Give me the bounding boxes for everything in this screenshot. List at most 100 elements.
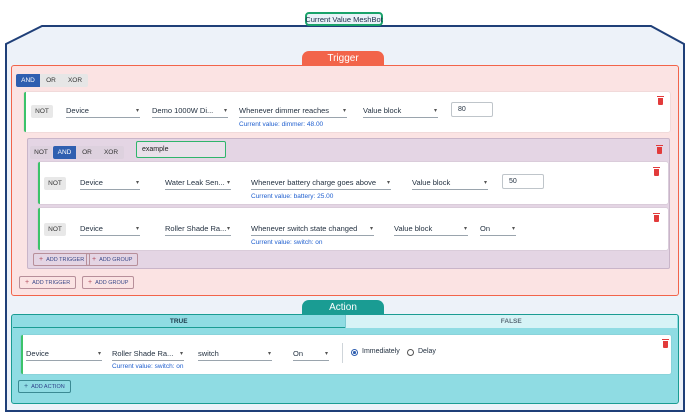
not-toggle-button[interactable]: NOT <box>44 177 66 190</box>
tab-true[interactable]: TRUE <box>13 315 345 328</box>
node-type-value: Device <box>80 178 103 187</box>
node-type-select[interactable]: Device ▾ <box>66 104 140 118</box>
node-type-value: Device <box>26 349 49 358</box>
comparator-value: Value block <box>394 224 433 233</box>
immediately-radio-label: Immediately <box>362 348 400 355</box>
delete-group-icon[interactable] <box>656 145 663 154</box>
comparator-value: Value block <box>412 178 451 187</box>
comparator-select[interactable]: Value block ▾ <box>394 222 468 236</box>
device-select[interactable]: Roller Shade Ra... ▾ <box>112 347 184 361</box>
trigger-operator-group: AND OR XOR <box>16 74 88 87</box>
add-group-label: ADD GROUP <box>95 279 129 286</box>
group-add-group-label: ADD GROUP <box>99 256 133 263</box>
capability-select[interactable]: Whenever switch state changed ▾ <box>251 222 374 236</box>
value-select-value: On <box>293 349 304 358</box>
delete-icon[interactable] <box>662 339 669 348</box>
chevron-down-icon: ▾ <box>97 351 101 357</box>
chevron-down-icon: ▾ <box>226 180 230 186</box>
operator-and-button[interactable]: AND <box>16 74 40 87</box>
plus-icon: + <box>24 383 29 390</box>
chevron-down-icon: ▾ <box>369 226 373 232</box>
comparator-value: Value block <box>363 106 402 115</box>
current-value-label: Current value: dimmer: 48.00 <box>239 121 324 128</box>
immediately-radio[interactable] <box>351 349 358 356</box>
chevron-down-icon: ▾ <box>386 180 390 186</box>
device-value: Water Leak Sen... <box>165 178 225 187</box>
chevron-down-icon: ▾ <box>324 351 328 357</box>
value-select[interactable]: On ▾ <box>480 222 516 236</box>
add-group-button[interactable]: + ADD GROUP <box>82 276 135 289</box>
device-select[interactable]: Roller Shade Ra... ▾ <box>165 222 231 236</box>
capability-select[interactable]: Whenever battery charge goes above ▾ <box>251 176 391 190</box>
not-toggle-button[interactable]: NOT <box>31 105 53 118</box>
chevron-down-icon: ▾ <box>483 180 487 186</box>
node-type-value: Device <box>80 224 103 233</box>
not-toggle-button[interactable]: NOT <box>44 223 66 236</box>
capability-value: Whenever dimmer reaches <box>239 106 330 115</box>
device-value: Demo 1000W Di... <box>152 106 214 115</box>
group-add-trigger-label: ADD TRIGGER <box>46 256 85 263</box>
operator-or-button[interactable]: OR <box>76 146 98 159</box>
operator-xor-button[interactable]: XOR <box>98 146 124 159</box>
group-trigger-row: NOT Device ▾ Roller Shade Ra... ▾ Whenever… <box>38 208 668 250</box>
delete-icon[interactable] <box>657 96 664 105</box>
device-value: Roller Shade Ra... <box>165 224 227 233</box>
tab-false[interactable]: FALSE <box>344 315 677 328</box>
divider <box>342 343 343 363</box>
current-value-label: Current value: switch: on <box>112 363 184 370</box>
node-type-select[interactable]: Device ▾ <box>80 176 140 190</box>
group-name-input[interactable]: example <box>136 141 226 158</box>
value-select[interactable]: On ▾ <box>293 347 329 361</box>
capability-select[interactable]: switch ▾ <box>198 347 272 361</box>
group-operator-group: AND OR XOR <box>53 146 124 159</box>
delete-icon[interactable] <box>653 167 660 176</box>
trigger-row: NOT Device ▾ Demo 1000W Di... ▾ Whenever d… <box>24 92 670 132</box>
capability-select[interactable]: Whenever dimmer reaches ▾ <box>239 104 347 118</box>
device-select[interactable]: Water Leak Sen... ▾ <box>165 176 231 190</box>
current-value-label: Current value: battery: 25.00 <box>251 193 334 200</box>
add-action-button[interactable]: + ADD ACTION <box>18 380 71 393</box>
comparator-select[interactable]: Value block ▾ <box>363 104 438 118</box>
meshbot-title: Current Value MeshBot <box>305 12 383 26</box>
chevron-down-icon: ▾ <box>267 351 271 357</box>
group-add-group-button[interactable]: + ADD GROUP <box>86 253 139 266</box>
operator-and-button[interactable]: AND <box>53 146 76 159</box>
value-select-value: On <box>480 224 491 233</box>
delay-radio[interactable] <box>407 349 414 356</box>
delay-radio-label: Delay <box>418 348 436 355</box>
plus-icon: + <box>25 279 30 286</box>
chevron-down-icon: ▾ <box>511 226 515 232</box>
node-type-select[interactable]: Device ▾ <box>26 347 102 361</box>
node-type-select[interactable]: Device ▾ <box>80 222 140 236</box>
value-input[interactable]: 50 <box>502 174 544 189</box>
group-trigger-row: NOT Device ▾ Water Leak Sen... ▾ Whenever … <box>38 162 668 204</box>
value-input[interactable]: 80 <box>451 102 493 117</box>
capability-value: Whenever battery charge goes above <box>251 178 377 187</box>
comparator-select[interactable]: Value block ▾ <box>412 176 488 190</box>
plus-icon: + <box>88 279 93 286</box>
device-select[interactable]: Demo 1000W Di... ▾ <box>152 104 228 118</box>
chevron-down-icon: ▾ <box>135 226 139 232</box>
operator-or-button[interactable]: OR <box>40 74 62 87</box>
chevron-down-icon: ▾ <box>135 108 139 114</box>
plus-icon: + <box>92 256 97 263</box>
operator-xor-button[interactable]: XOR <box>62 74 88 87</box>
chevron-down-icon: ▾ <box>463 226 467 232</box>
node-type-value: Device <box>66 106 89 115</box>
add-trigger-button[interactable]: + ADD TRIGGER <box>19 276 77 289</box>
group-add-trigger-button[interactable]: + ADD TRIGGER <box>33 253 91 266</box>
group-not-toggle-button[interactable]: NOT <box>30 146 52 159</box>
chevron-down-icon: ▾ <box>342 108 346 114</box>
chevron-down-icon: ▾ <box>226 226 230 232</box>
action-section-label: Action <box>302 300 384 315</box>
delete-icon[interactable] <box>653 213 660 222</box>
add-action-label: ADD ACTION <box>31 383 65 390</box>
chevron-down-icon: ▾ <box>433 108 437 114</box>
current-value-label: Current value: switch: on <box>251 239 323 246</box>
chevron-down-icon: ▾ <box>179 351 183 357</box>
capability-value: Whenever switch state changed <box>251 224 358 233</box>
action-tabs: TRUE FALSE <box>13 315 677 328</box>
chevron-down-icon: ▾ <box>223 108 227 114</box>
chevron-down-icon: ▾ <box>135 180 139 186</box>
capability-value: switch <box>198 349 219 358</box>
